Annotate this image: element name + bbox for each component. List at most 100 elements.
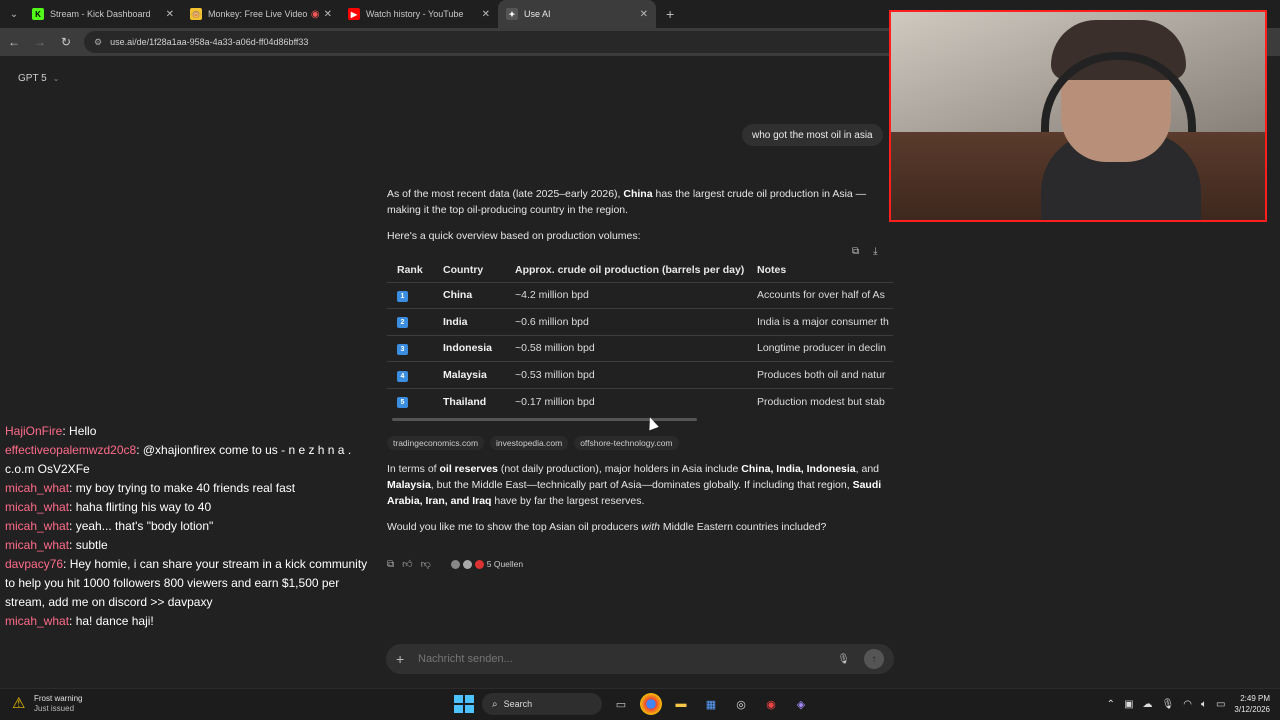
source-count-label: 5 Quellen — [486, 559, 524, 569]
windows-start-icon[interactable] — [452, 693, 474, 715]
youtube-icon: ▶ — [348, 8, 360, 20]
weather-text: Frost warning Just issued — [34, 694, 82, 714]
message-composer: + 🎙︎ ↑ — [386, 644, 894, 674]
text-run-italic: with — [641, 521, 660, 533]
close-icon[interactable]: ✕ — [324, 9, 332, 20]
system-tray: ⌃ ▣ ☁ 🎙︎ ◠ 🔈︎ ▭ 2:49 PM 3/12/2026 — [1107, 693, 1270, 715]
site-info-icon[interactable]: ⚙ — [94, 37, 102, 48]
tab-search-menu-icon[interactable]: ⌄ — [4, 4, 24, 24]
download-icon[interactable]: ⤓ — [873, 246, 877, 257]
send-button[interactable]: ↑ — [864, 649, 884, 669]
attach-plus-icon[interactable]: + — [396, 651, 414, 667]
chat-message: HajiOnFire: Hello — [5, 424, 97, 438]
notes-cell: Production modest but stab — [747, 387, 893, 415]
text-run: As of the most recent data (late 2025–ea… — [387, 188, 624, 200]
chat-username: effectiveopalemwzd20c8 — [5, 443, 137, 457]
source-chip[interactable]: investopedia.com — [490, 436, 569, 450]
tab-kick-dashboard[interactable]: K Stream - Kick Dashboard ✕ — [24, 0, 182, 28]
text-run-bold: oil reserves — [439, 463, 498, 475]
column-header: Country — [443, 263, 484, 276]
model-selector[interactable]: GPT 5 ⌄ — [18, 73, 59, 84]
oil-production-table: Rank Country Approx. crude oil productio… — [387, 258, 893, 415]
production-cell: ~0.6 million bpd — [505, 308, 747, 336]
tab-label: Use AI — [524, 9, 551, 19]
taskbar-search[interactable]: ⌕ Search — [482, 693, 602, 715]
stream-chat-overlay: HajiOnFire: Hello effectiveopalemwzd20c8… — [5, 422, 370, 631]
copy-icon[interactable]: ⧉ — [387, 559, 394, 570]
tab-youtube-history[interactable]: ▶ Watch history - YouTube ✕ — [340, 0, 498, 28]
clock[interactable]: 2:49 PM 3/12/2026 — [1234, 693, 1270, 715]
model-label: GPT 5 — [18, 73, 47, 84]
rank-cell: 3 — [387, 334, 433, 362]
chat-username: micah_what — [5, 500, 70, 514]
taskbar-apps: ⌕ Search ▭ ▬ ▦ ◎ ◉ ◈ — [452, 693, 812, 715]
rank-cell: 2 — [387, 308, 433, 336]
production-cell: ~4.2 million bpd — [505, 281, 747, 309]
tab-label: Stream - Kick Dashboard — [50, 9, 151, 19]
source-favicon-icon — [450, 559, 460, 569]
chat-message: micah_what: ha! dance haji! — [5, 614, 154, 628]
text-run: , but the Middle East—technically part o… — [430, 479, 853, 491]
source-chip[interactable]: offshore-technology.com — [574, 436, 679, 450]
thumbs-up-icon[interactable]: 👍︎ — [402, 558, 412, 570]
chat-message: micah_what: subtle — [5, 538, 108, 552]
text-run-bold: Malaysia — [387, 479, 431, 491]
country-cell: China — [433, 281, 505, 309]
thumbs-down-icon[interactable]: 👎︎ — [421, 558, 431, 570]
microphone-icon[interactable]: 🎙︎ — [837, 654, 850, 665]
notes-cell: Produces both oil and natur — [747, 361, 893, 389]
battery-icon[interactable]: ▭ — [1216, 699, 1225, 710]
tray-app-icon[interactable]: ▣ — [1124, 699, 1133, 710]
close-icon[interactable]: ✕ — [166, 9, 174, 20]
back-icon[interactable]: ← — [2, 35, 26, 49]
onedrive-icon[interactable]: ☁ — [1143, 699, 1153, 710]
close-icon[interactable]: ✕ — [482, 9, 490, 20]
chat-text: ha! dance haji! — [75, 614, 154, 628]
store-icon[interactable]: ▦ — [700, 693, 722, 715]
chevron-up-icon[interactable]: ⌃ — [1107, 699, 1115, 710]
wifi-icon[interactable]: ◠ — [1183, 699, 1192, 710]
sources-button[interactable]: 5 Quellen — [450, 559, 524, 569]
microphone-icon[interactable]: 🎙︎ — [1162, 699, 1175, 710]
chat-username: davpacy76 — [5, 557, 64, 571]
use-ai-icon: ✦ — [506, 8, 518, 20]
text-run: In terms of — [387, 463, 440, 475]
notes-cell: India is a major consumer th — [747, 308, 893, 336]
url-text: use.ai/de/1f28a1aa-958a-4a33-a06d-ff04d8… — [110, 37, 309, 47]
chat-username: micah_what — [5, 614, 70, 628]
forward-icon[interactable]: → — [28, 35, 52, 49]
chat-message: micah_what: yeah... that's "body lotion" — [5, 519, 214, 533]
tab-use-ai[interactable]: ✦ Use AI ✕ — [498, 0, 656, 28]
chrome-icon[interactable] — [640, 693, 662, 715]
task-view-icon[interactable]: ▭ — [610, 693, 632, 715]
production-cell: ~0.17 million bpd — [505, 387, 747, 415]
table-row: 4 Malaysia ~0.53 million bpd Produces bo… — [387, 361, 893, 389]
new-tab-icon[interactable]: + — [666, 6, 674, 22]
column-header: Rank — [397, 263, 423, 276]
copy-icon[interactable]: ⧉ — [852, 246, 859, 257]
source-favicon-icon — [474, 559, 484, 569]
rank-badge: 3 — [397, 343, 408, 355]
message-input[interactable] — [418, 653, 838, 665]
windows-taskbar: ⚠ Frost warning Just issued ⌕ Search ▭ ▬… — [0, 688, 1280, 720]
close-icon[interactable]: ✕ — [640, 9, 648, 20]
assistant-answer: As of the most recent data (late 2025–ea… — [387, 186, 893, 254]
tab-label: Monkey: Free Live Video Ch — [208, 9, 307, 19]
search-icon: ⌕ — [492, 698, 498, 710]
reload-icon[interactable]: ↻ — [54, 35, 78, 49]
chat-message: micah_what: haha flirting his way to 40 — [5, 500, 212, 514]
speaker-icon[interactable]: 🔈︎ — [1201, 699, 1207, 710]
chevron-down-icon: ⌄ — [52, 74, 60, 83]
production-cell: ~0.58 million bpd — [505, 334, 747, 362]
source-chip[interactable]: tradingeconomics.com — [387, 436, 485, 450]
country-cell: Thailand — [433, 387, 505, 415]
chat-text: subtle — [75, 538, 108, 552]
rank-badge: 1 — [397, 290, 408, 302]
file-explorer-icon[interactable]: ▬ — [670, 693, 692, 715]
user-message: who got the most oil in asia — [742, 124, 883, 146]
app-purple-icon[interactable]: ◈ — [790, 693, 812, 715]
app-red-icon[interactable]: ◉ — [760, 693, 782, 715]
weather-widget[interactable]: ⚠ Frost warning Just issued — [12, 694, 82, 714]
obs-icon[interactable]: ◎ — [730, 693, 752, 715]
tab-monkey[interactable]: 🐵 Monkey: Free Live Video Ch ◉ ✕ — [182, 0, 340, 28]
